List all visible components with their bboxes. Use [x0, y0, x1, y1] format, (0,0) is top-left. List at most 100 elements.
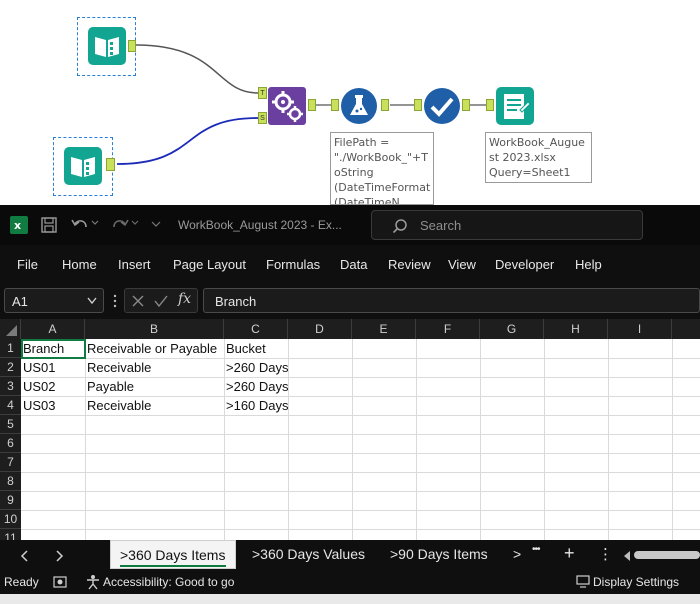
cell-b2[interactable]: Receivable	[85, 358, 224, 377]
scroll-tabs-left-icon[interactable]	[20, 550, 30, 562]
tab-formulas[interactable]: Formulas	[266, 257, 320, 272]
select-output-anchor[interactable]	[462, 99, 470, 111]
row-header-8[interactable]: 8	[0, 472, 21, 491]
column-header-d[interactable]: D	[288, 319, 352, 339]
book-icon	[88, 27, 126, 65]
cell-c1[interactable]: Bucket	[224, 339, 288, 358]
cell-c2[interactable]: >260 Days	[224, 358, 288, 377]
output-anchor-1[interactable]	[128, 40, 136, 52]
sheet-options-button[interactable]: ⋮	[598, 545, 613, 563]
cell-b4[interactable]: Receivable	[85, 396, 224, 415]
active-tab-underline	[120, 565, 226, 567]
gridline-h	[21, 529, 700, 530]
row-header-1[interactable]: 1	[0, 339, 21, 358]
column-header-g[interactable]: G	[480, 319, 544, 339]
display-settings-icon[interactable]	[576, 575, 590, 588]
accessibility-status[interactable]: Accessibility: Good to go	[103, 575, 234, 589]
output-input-anchor[interactable]	[486, 99, 494, 111]
column-header-f[interactable]: F	[416, 319, 480, 339]
tab-home[interactable]: Home	[62, 257, 97, 272]
cell-b1[interactable]: Receivable or Payable	[85, 339, 224, 358]
tab-help[interactable]: Help	[575, 257, 602, 272]
row-header-4[interactable]: 4	[0, 396, 21, 415]
cell-a4[interactable]: US03	[21, 396, 85, 415]
customize-toolbar-icon[interactable]	[151, 219, 161, 229]
sheet-tab-90-days-items[interactable]: >90 Days Items	[390, 546, 488, 562]
row-header-7[interactable]: 7	[0, 453, 21, 472]
select-tool[interactable]	[423, 87, 461, 130]
cell-a3[interactable]: US02	[21, 377, 85, 396]
search-box[interactable]: Search	[371, 210, 643, 240]
tab-developer[interactable]: Developer	[495, 257, 554, 272]
cell-a1[interactable]: Branch	[21, 339, 85, 358]
column-header-a[interactable]: A	[21, 319, 85, 339]
insert-function-icon[interactable]: fx	[178, 291, 191, 307]
row-header-10[interactable]: 10	[0, 510, 21, 529]
tab-file[interactable]: File	[17, 257, 38, 272]
status-ready: Ready	[4, 575, 39, 589]
formula-output-anchor[interactable]	[381, 99, 389, 111]
cancel-icon[interactable]	[131, 294, 145, 308]
accessibility-icon[interactable]	[85, 574, 101, 590]
input-data-tool-1[interactable]	[88, 27, 126, 70]
tab-review[interactable]: Review	[388, 257, 431, 272]
workflow-canvas[interactable]: T S FilePath = "./WorkBook_"+T oString (…	[0, 0, 700, 205]
sheet-tab-360-days-items[interactable]: >360 Days Items	[110, 540, 236, 569]
output-anchor-2[interactable]	[106, 158, 115, 171]
row-header-11[interactable]: 11	[0, 529, 21, 540]
display-settings[interactable]: Display Settings	[593, 575, 679, 589]
enter-check-icon[interactable]	[153, 294, 169, 308]
cell-a2[interactable]: US01	[21, 358, 85, 377]
redo-dropdown-icon[interactable]	[131, 219, 139, 227]
select-all-corner[interactable]	[0, 319, 21, 339]
append-anchor-t[interactable]: T	[258, 87, 267, 99]
undo-dropdown-icon[interactable]	[91, 219, 99, 227]
append-output-anchor[interactable]	[308, 99, 316, 111]
sheet-list-button[interactable]: •••	[532, 544, 540, 555]
save-icon[interactable]	[40, 216, 58, 234]
cell-b3[interactable]: Payable	[85, 377, 224, 396]
row-header-3[interactable]: 3	[0, 377, 21, 396]
redo-icon[interactable]	[110, 216, 130, 234]
select-input-anchor[interactable]	[414, 99, 422, 111]
tab-data[interactable]: Data	[340, 257, 367, 272]
connection-input1-to-append[interactable]	[135, 44, 259, 94]
input-data-tool-2[interactable]	[64, 147, 102, 190]
more-options-icon[interactable]	[112, 294, 118, 308]
formula-input[interactable]: Branch	[203, 288, 700, 313]
column-header-b[interactable]: B	[85, 319, 224, 339]
gridline-h	[21, 434, 700, 435]
more-sheets-button[interactable]: >	[513, 546, 521, 562]
column-header-j[interactable]	[672, 319, 700, 339]
column-header-e[interactable]: E	[352, 319, 416, 339]
book-icon	[64, 147, 102, 185]
cell-c3[interactable]: >260 Days	[224, 377, 288, 396]
name-box[interactable]: A1	[4, 288, 104, 313]
column-header-i[interactable]: I	[608, 319, 672, 339]
cell-c4[interactable]: >160 Days	[224, 396, 288, 415]
append-fields-tool[interactable]	[268, 87, 306, 130]
connection-input2-to-append[interactable]	[116, 117, 259, 165]
row-header-9[interactable]: 9	[0, 491, 21, 510]
output-data-tool[interactable]	[496, 87, 534, 130]
formula-tool[interactable]	[340, 87, 378, 130]
tab-page-layout[interactable]: Page Layout	[173, 257, 246, 272]
hscroll-left-arrow-icon[interactable]	[623, 551, 631, 561]
undo-icon[interactable]	[70, 216, 90, 234]
row-header-5[interactable]: 5	[0, 415, 21, 434]
scroll-tabs-right-icon[interactable]	[54, 550, 64, 562]
tab-view[interactable]: View	[448, 257, 476, 272]
spreadsheet-grid[interactable]: A B C D E F G H I 1 2 3 4 5 6 7 8 9 10 1…	[0, 319, 700, 540]
row-header-6[interactable]: 6	[0, 434, 21, 453]
horizontal-scrollbar[interactable]	[634, 551, 700, 559]
column-header-h[interactable]: H	[544, 319, 608, 339]
macro-record-icon[interactable]	[53, 575, 67, 589]
formula-input-anchor[interactable]	[331, 99, 339, 111]
window-title: WorkBook_August 2023 - Ex...	[178, 218, 342, 232]
new-sheet-button[interactable]: +	[564, 543, 575, 564]
append-anchor-s[interactable]: S	[258, 112, 267, 124]
column-header-c[interactable]: C	[224, 319, 288, 339]
row-header-2[interactable]: 2	[0, 358, 21, 377]
sheet-tab-360-days-values[interactable]: >360 Days Values	[252, 546, 365, 562]
tab-insert[interactable]: Insert	[118, 257, 151, 272]
